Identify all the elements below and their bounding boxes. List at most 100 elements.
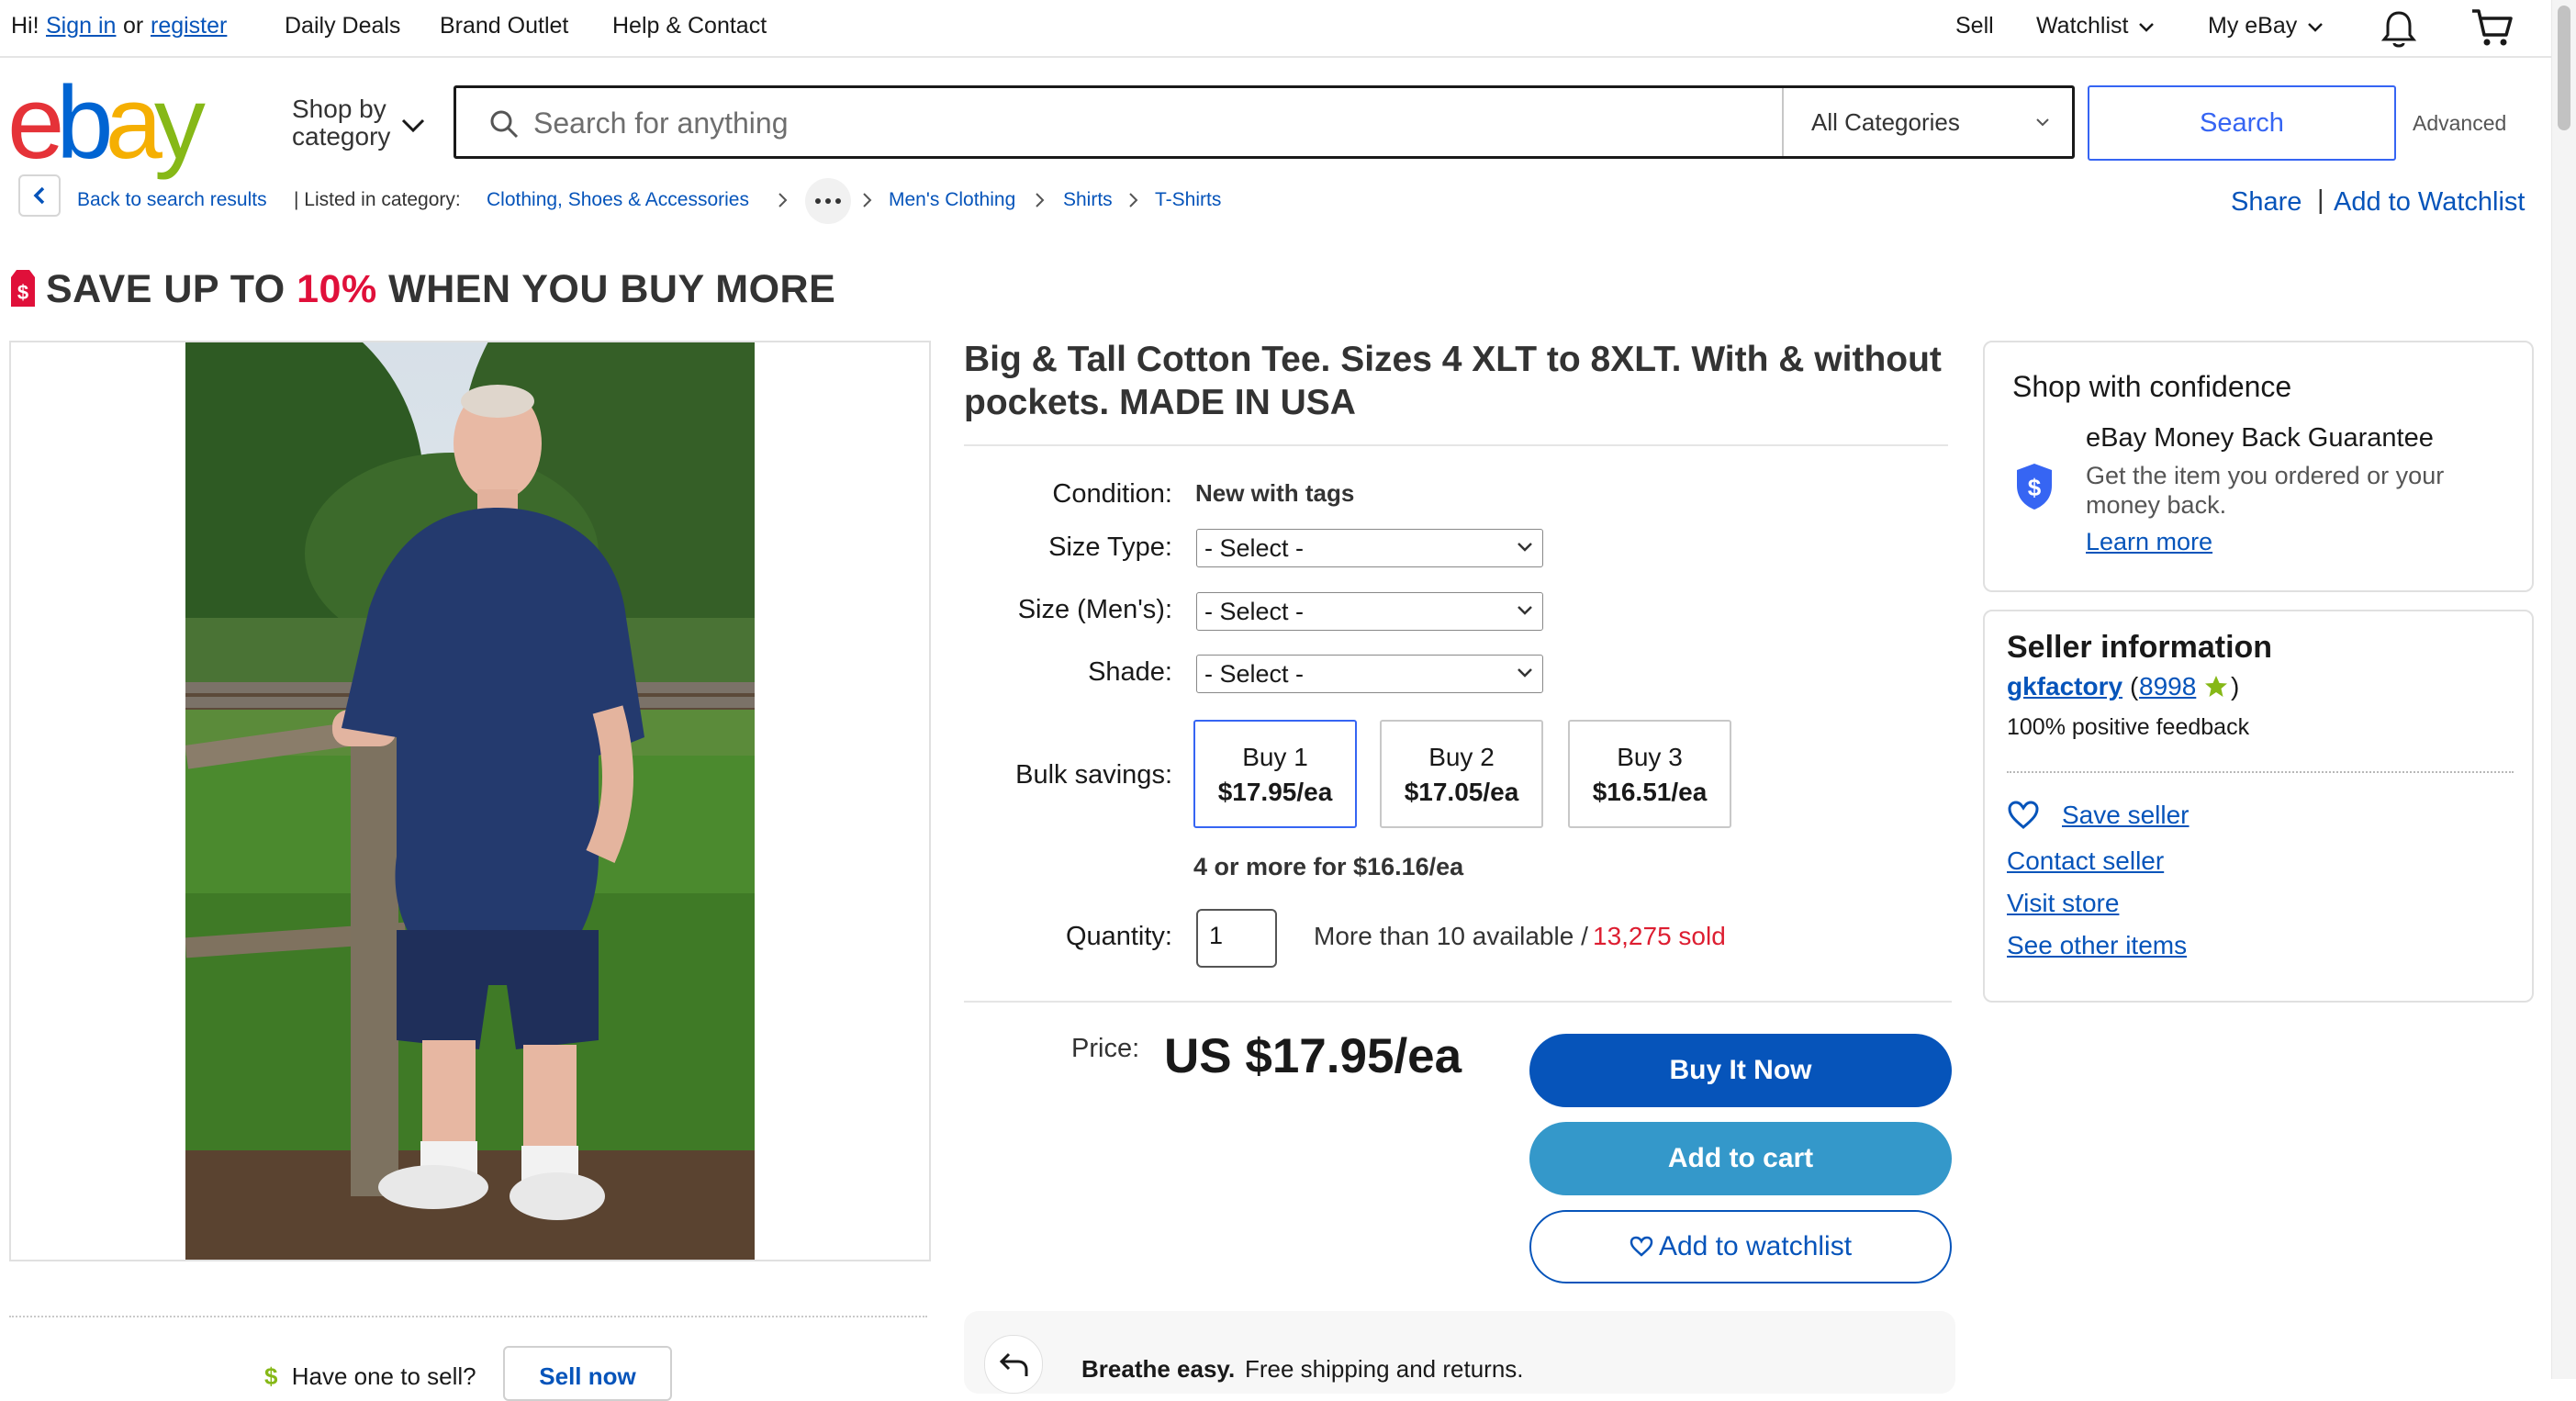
svg-text:$: $ <box>2028 474 2042 501</box>
chevron-down-icon <box>2036 118 2049 127</box>
bulk-more-text: 4 or more for $16.16/ea <box>1193 853 1464 880</box>
breadcrumb-more-button[interactable] <box>805 178 851 224</box>
sell-link[interactable]: Sell <box>1955 13 1994 39</box>
logo-letter-y: y <box>153 65 206 180</box>
back-to-results-link[interactable]: Back to search results <box>77 189 267 211</box>
promo-percent: 10% <box>297 267 377 311</box>
learn-more-link[interactable]: Learn more <box>2086 528 2212 556</box>
guarantee-line2: money back. <box>2086 491 2227 519</box>
register-link[interactable]: register <box>151 13 227 39</box>
bulk-option-price: $16.51/ea <box>1592 778 1708 806</box>
top-nav: Hi! Sign in or register Daily Deals Bran… <box>0 0 2552 58</box>
my-ebay-menu[interactable]: My eBay <box>2208 13 2324 39</box>
shop-by-line1: Shop by <box>292 95 386 123</box>
bell-icon[interactable] <box>2380 9 2418 50</box>
condition-value: New with tags <box>1195 479 1355 507</box>
chevron-right-icon <box>1129 193 1138 207</box>
bulk-option-3[interactable]: Buy 3 $16.51/ea <box>1568 720 1731 828</box>
listed-in-label: | Listed in category: <box>294 189 461 210</box>
shade-select[interactable]: - Select - <box>1196 655 1543 693</box>
feedback-paren: ) <box>2231 672 2240 700</box>
size-mens-value: - Select - <box>1204 598 1305 625</box>
quantity-input[interactable]: 1 <box>1196 909 1277 968</box>
bulk-option-qty: Buy 2 <box>1428 743 1495 771</box>
ebay-logo[interactable]: ebay <box>7 72 228 174</box>
breathe-easy-text: Breathe easy. <box>1081 1355 1236 1383</box>
sign-in-link[interactable]: Sign in <box>46 13 116 39</box>
dollar-icon: $ <box>264 1362 278 1390</box>
or-text: or <box>123 13 144 39</box>
shop-by-category-button[interactable]: Shop by category <box>292 95 425 151</box>
divider <box>964 1001 1952 1003</box>
search-input[interactable]: Search for anything <box>533 106 789 140</box>
bulk-option-1[interactable]: Buy 1 $17.95/ea <box>1193 720 1357 828</box>
add-to-cart-button[interactable]: Add to cart <box>1529 1122 1952 1195</box>
feedback-score-link[interactable]: 8998 <box>2139 672 2196 701</box>
scrollbar-thumb[interactable] <box>2558 6 2570 130</box>
cart-icon[interactable] <box>2470 7 2514 48</box>
product-image-frame[interactable] <box>9 341 931 1261</box>
divider: | <box>2317 185 2324 215</box>
guarantee-title: eBay Money Back Guarantee <box>2086 423 2434 453</box>
listing-title: Big & Tall Cotton Tee. Sizes 4 XLT to 8X… <box>964 340 1942 422</box>
chevron-right-icon <box>1036 193 1045 207</box>
seller-name-link[interactable]: gkfactory <box>2007 672 2122 701</box>
price-tag-icon: $ <box>11 270 35 307</box>
sold-count: 13,275 sold <box>1593 922 1726 950</box>
category-select[interactable]: All Categories <box>1784 88 2072 156</box>
see-other-items-link[interactable]: See other items <box>2007 931 2187 960</box>
logo-letter-e: e <box>7 65 64 180</box>
bulk-savings-label: Bulk savings: <box>1015 760 1172 790</box>
breadcrumb-item-mens-clothing[interactable]: Men's Clothing <box>889 189 1015 211</box>
chevron-down-icon <box>401 118 425 133</box>
bulk-option-qty: Buy 3 <box>1617 743 1683 771</box>
search-bar: Search for anything All Categories <box>454 85 2075 159</box>
watchlist-menu[interactable]: Watchlist <box>2036 13 2155 39</box>
daily-deals-link[interactable]: Daily Deals <box>285 13 400 39</box>
shop-by-line2: category <box>292 122 391 151</box>
share-link[interactable]: Share <box>2231 187 2302 218</box>
search-button[interactable]: Search <box>2088 85 2396 161</box>
brand-outlet-link[interactable]: Brand Outlet <box>440 13 568 39</box>
svg-text:$: $ <box>17 281 28 304</box>
breadcrumb-item-shirts[interactable]: Shirts <box>1063 189 1113 211</box>
bulk-option-2[interactable]: Buy 2 $17.05/ea <box>1380 720 1543 828</box>
buy-it-now-button[interactable]: Buy It Now <box>1529 1034 1952 1107</box>
search-icon <box>490 110 519 139</box>
size-mens-select[interactable]: - Select - <box>1196 592 1543 631</box>
chevron-left-icon <box>33 186 45 205</box>
chevron-right-icon <box>778 193 788 207</box>
quantity-label: Quantity: <box>1065 922 1172 951</box>
breadcrumb-item-clothing[interactable]: Clothing, Shoes & Accessories <box>487 189 749 211</box>
breadcrumb-item-t-shirts[interactable]: T-Shirts <box>1155 189 1221 211</box>
price-value: US $17.95/ea <box>1164 1029 1462 1083</box>
logo-letter-b: b <box>56 65 113 180</box>
return-icon <box>984 1335 1043 1394</box>
contact-seller-link[interactable]: Contact seller <box>2007 846 2164 876</box>
chevron-down-icon <box>1518 543 1532 552</box>
save-seller-link[interactable]: Save seller <box>2062 801 2190 830</box>
heart-icon <box>1630 1236 1653 1257</box>
shield-dollar-icon: $ <box>2017 464 2052 510</box>
help-contact-link[interactable]: Help & Contact <box>612 13 767 39</box>
advanced-search-link[interactable]: Advanced <box>2413 111 2506 136</box>
page-scrollbar[interactable] <box>2551 0 2576 1379</box>
add-to-watchlist-button[interactable]: Add to watchlist <box>1529 1210 1952 1283</box>
sell-now-button[interactable]: Sell now <box>503 1346 672 1401</box>
product-photo <box>185 342 755 1260</box>
shade-label: Shade: <box>1088 657 1172 687</box>
promo-prefix: SAVE UP TO <box>46 267 297 311</box>
greeting-text: Hi! <box>11 13 39 39</box>
add-to-watchlist-link[interactable]: Add to Watchlist <box>2334 187 2525 218</box>
logo-letter-a: a <box>105 65 162 180</box>
shade-value: - Select - <box>1204 660 1305 688</box>
positive-feedback-text: 100% positive feedback <box>2007 714 2250 740</box>
size-type-select[interactable]: - Select - <box>1196 529 1543 567</box>
chevron-right-icon <box>863 193 872 207</box>
chevron-down-icon <box>2308 23 2324 32</box>
visit-store-link[interactable]: Visit store <box>2007 889 2119 918</box>
more-dots-icon <box>815 198 841 204</box>
back-button[interactable] <box>18 174 61 217</box>
bulk-option-price: $17.05/ea <box>1404 778 1519 806</box>
confidence-heading: Shop with confidence <box>2012 370 2292 403</box>
